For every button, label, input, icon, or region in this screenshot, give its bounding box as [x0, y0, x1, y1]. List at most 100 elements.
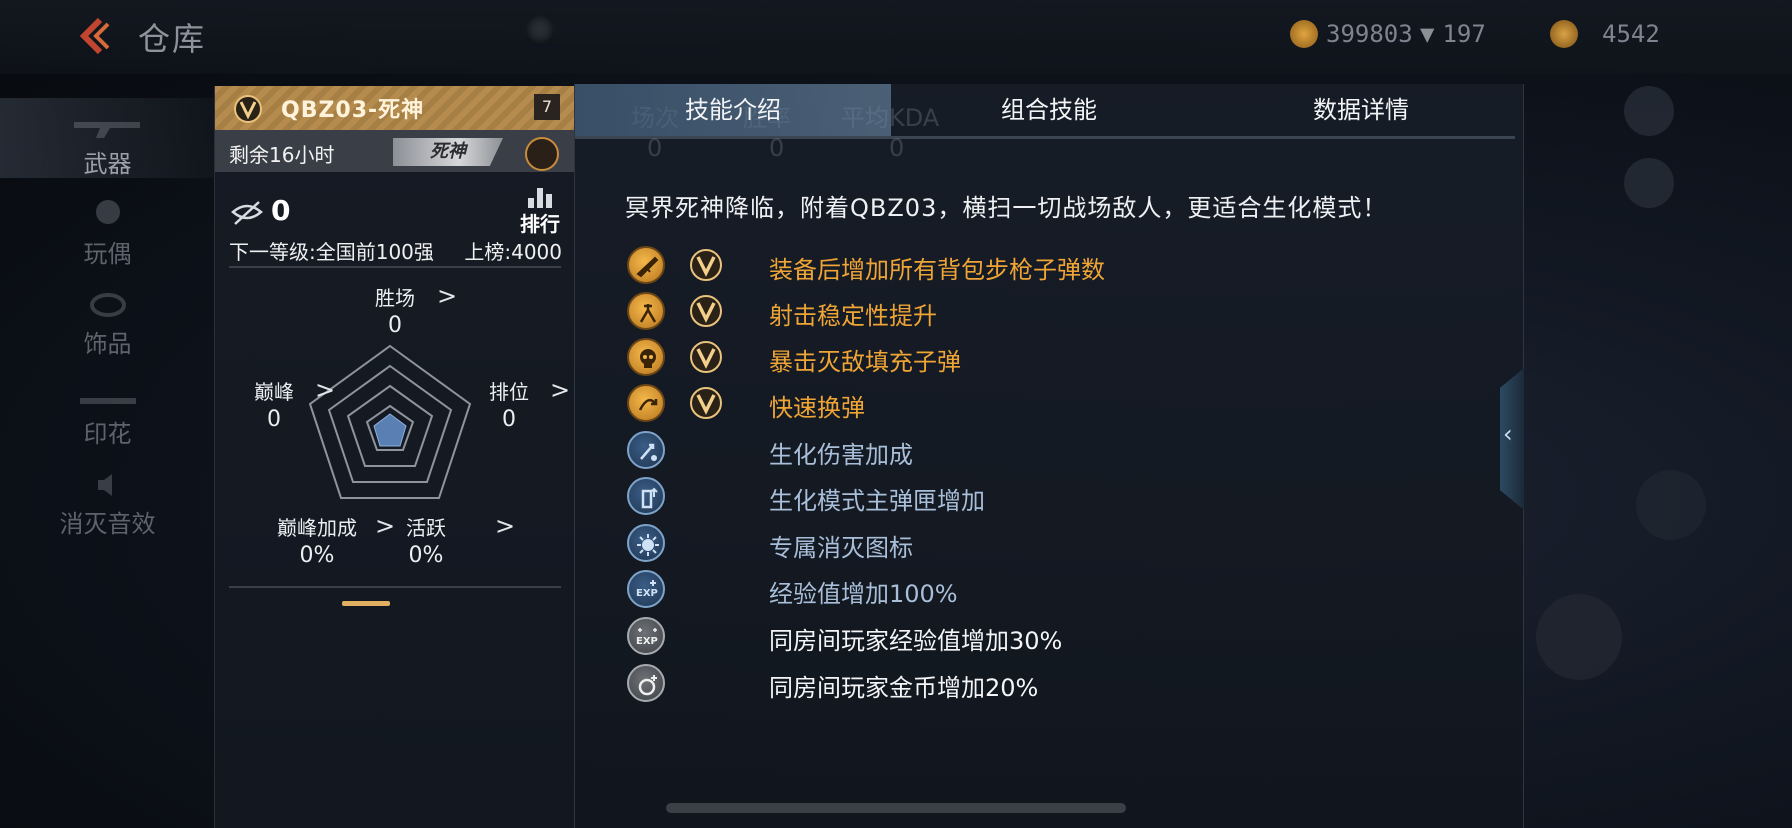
bullet-icon [1536, 594, 1622, 680]
skill-text: 生化模式主弹匣增加 [769, 487, 985, 515]
radar-peak[interactable]: 巅峰 0 [229, 376, 319, 432]
peak-value: 0 [267, 407, 281, 432]
weapon-name: QBZ03-死神 [281, 98, 425, 123]
exp-icon: EXP [627, 570, 665, 608]
leaderboard-label: 排行 [520, 212, 560, 236]
chevron-left-icon: ‹ [1503, 420, 1513, 448]
skill-text: 经验值增加100% [769, 580, 958, 608]
top-bar: 仓库 399803 ▼ 197 4542 [0, 0, 1792, 74]
v-rank-badge-icon [690, 295, 722, 327]
sidebar-item-label: 消灭音效 [59, 510, 156, 538]
horizontal-scrollbar[interactable] [666, 803, 1126, 813]
diamond-value: 197 [1442, 20, 1486, 48]
tab-combo-skills[interactable]: 组合技能 [891, 84, 1207, 136]
ghost-value: 0 [647, 134, 663, 162]
sticker-icon [80, 398, 136, 404]
next-level-text: 下一等级:全国前100强 [229, 240, 434, 264]
sidebar-item-weapons[interactable]: 武器 [0, 98, 215, 178]
radar-peak-bonus[interactable]: 巅峰加成 0% [267, 512, 367, 568]
sidebar-item-kill-sound[interactable]: 消灭音效 [0, 458, 215, 538]
radar-active[interactable]: 活跃 0% [381, 512, 471, 568]
team-coin-icon [627, 664, 665, 702]
rifle-icon [627, 246, 665, 284]
skill-row: 暴击灭敌填充子弹 [627, 338, 1327, 380]
skill-text: 同房间玩家金币增加20% [769, 674, 1039, 702]
settings-icon[interactable] [1624, 86, 1674, 136]
active-value: 0% [408, 543, 444, 568]
remaining-time: 剩余16小时 [229, 143, 335, 167]
wins-value: 0 [388, 313, 402, 338]
skill-row: 装备后增加所有背包步枪子弹数 [627, 246, 1327, 288]
leaderboard-icon [517, 188, 563, 208]
skill-row: 生化伤害加成 [627, 431, 1327, 473]
skill-panel: 场次 胜率 平均KDA 0 0 0 技能介绍 组合技能 数据详情 冥界死神降临，… [574, 84, 1524, 828]
svg-text:EXP: EXP [636, 636, 658, 647]
peak-chevron-icon[interactable]: > [315, 378, 335, 402]
peak-bonus-value: 0% [299, 543, 335, 568]
skill-text: 暴击灭敌填充子弹 [769, 348, 961, 376]
peak-label: 巅峰 [254, 380, 294, 404]
bird-icon [1636, 470, 1706, 540]
rank-value: 0 [271, 194, 291, 227]
weapon-card: QBZ03-死神 7 剩余16小时 死神 0 排行 下一等级:全国前100强 上… [214, 86, 574, 828]
back-arrow-icon[interactable] [74, 16, 114, 56]
view-1p-icon[interactable] [1624, 158, 1674, 208]
skill-text: 专属消灭图标 [769, 534, 913, 562]
diamond-currency: ▼ 197 [1420, 16, 1486, 52]
stability-icon [627, 292, 665, 330]
category-sidebar: 武器 玩偶 饰品 印花 消灭音效 [0, 84, 215, 828]
weapon-level: 7 [534, 94, 560, 120]
skill-row: 快速换弹 [627, 384, 1327, 426]
collapse-panel-button[interactable]: ‹ [1500, 368, 1524, 510]
page-title: 仓库 [138, 20, 207, 58]
speaker-icon [98, 474, 112, 496]
skill-text: 快速换弹 [769, 394, 865, 422]
sidebar-item-stickers[interactable]: 印花 [0, 368, 215, 448]
skull-icon [627, 338, 665, 376]
team-exp-icon: EXP [627, 617, 665, 655]
v-rank-badge-icon [690, 387, 722, 419]
blurred-icon [525, 14, 555, 44]
gold-coin-icon [1290, 20, 1318, 48]
wins-label: 胜场 [375, 286, 415, 310]
skill-description: 冥界死神降临，附着QBZ03，横扫一切战场敌人，更适合生化模式！ [625, 194, 1388, 222]
v-rank-badge-icon [690, 249, 722, 281]
compass-icon[interactable] [525, 137, 559, 171]
radar-chart [308, 344, 472, 499]
skill-row: EXP 经验值增加100% [627, 570, 1327, 612]
weapon-header: QBZ03-死神 7 [215, 86, 574, 130]
tab-skill-intro[interactable]: 技能介绍 [575, 84, 891, 136]
divider [229, 266, 561, 268]
diamond-icon: ▼ [1420, 20, 1435, 48]
radar-wins[interactable]: 胜场 0 [350, 282, 440, 338]
wins-chevron-icon[interactable]: > [437, 284, 457, 308]
skill-text: 装备后增加所有背包步枪子弹数 [769, 256, 1105, 284]
skill-text: 同房间玩家经验值增加30% [769, 627, 1063, 655]
active-chevron-icon[interactable]: > [495, 514, 515, 538]
damage-icon [627, 431, 665, 469]
skill-row: 同房间玩家金币增加20% [627, 664, 1327, 706]
sidebar-item-label: 饰品 [83, 330, 132, 358]
ornament-icon [90, 293, 126, 317]
v-rank-badge-icon [234, 95, 262, 123]
ranked-chevron-icon[interactable]: > [550, 378, 570, 402]
ghost-value: 0 [769, 134, 785, 162]
leaderboard-button[interactable]: 排行 [517, 188, 563, 236]
ranked-label: 排位 [489, 380, 529, 404]
tab-data-details[interactable]: 数据详情 [1207, 84, 1515, 136]
sidebar-item-label: 玩偶 [83, 240, 132, 268]
sidebar-item-ornaments[interactable]: 饰品 [0, 278, 215, 358]
token-icon [1550, 20, 1578, 48]
rifle-icon [74, 122, 140, 138]
svg-text:EXP: EXP [636, 588, 658, 599]
gold-currency: 399803 [1290, 16, 1413, 52]
skill-row: 专属消灭图标 [627, 524, 1327, 566]
weapon-subheader: 剩余16小时 死神 [215, 130, 574, 172]
skill-row: 射击稳定性提升 [627, 292, 1327, 334]
kill-mark-icon [627, 524, 665, 562]
skill-text: 射击稳定性提升 [769, 302, 937, 330]
ranked-value: 0 [502, 407, 516, 432]
sidebar-item-dolls[interactable]: 玩偶 [0, 188, 215, 268]
radar-ranked[interactable]: 排位 0 [464, 376, 554, 432]
sidebar-item-label: 武器 [83, 150, 132, 178]
